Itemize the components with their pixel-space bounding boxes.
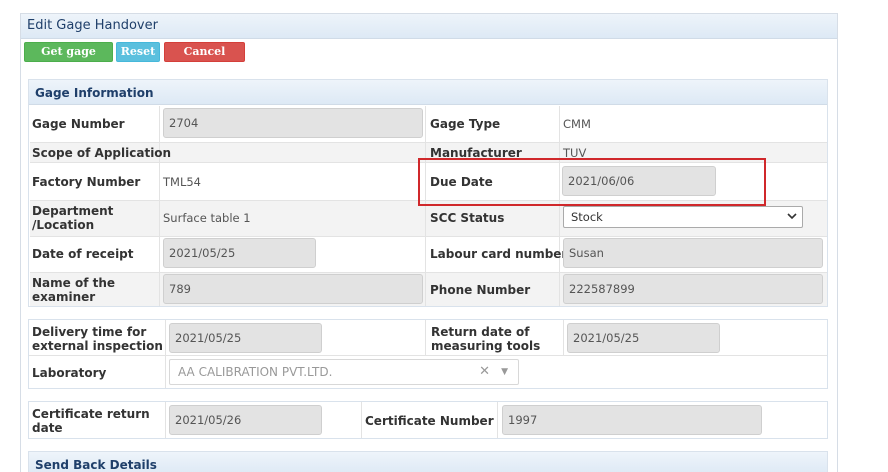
divider (563, 320, 564, 355)
divider (30, 142, 827, 143)
factory-number-value: TML54 (163, 175, 201, 189)
reset-button[interactable]: Reset (116, 42, 160, 62)
phone-number-label: Phone Number (430, 283, 531, 297)
divider (497, 402, 498, 438)
delivery-time-label-line1: Delivery time for (32, 325, 147, 339)
certificate-return-label-line1: Certificate return (32, 407, 150, 421)
date-of-receipt-label: Date of receipt (32, 247, 134, 261)
table-row (30, 106, 827, 142)
date-of-receipt-field[interactable]: 2021/05/25 (163, 238, 316, 268)
scc-status-label: SCC Status (430, 211, 505, 225)
gage-number-label: Gage Number (32, 117, 125, 131)
divider (559, 106, 560, 306)
return-date-label-line1: Return date of (431, 325, 530, 339)
caret-down-icon[interactable]: ▼ (501, 360, 508, 384)
divider (425, 320, 426, 355)
divider (29, 355, 827, 356)
department-value: Surface table 1 (163, 211, 251, 225)
scope-of-application-label: Scope of Application (32, 146, 172, 160)
phone-number-field[interactable]: 222587899 (563, 274, 823, 304)
due-date-highlight (418, 158, 766, 206)
laboratory-label: Laboratory (32, 366, 107, 380)
department-label-line2: /Location (32, 218, 95, 232)
certificate-number-label: Certificate Number (365, 414, 494, 428)
return-date-field[interactable]: 2021/05/25 (567, 323, 720, 353)
scc-status-select[interactable]: Stock (563, 206, 803, 228)
certificate-number-field[interactable]: 1997 (502, 405, 762, 435)
divider (165, 402, 166, 438)
return-date-label-line2: measuring tools (431, 339, 541, 353)
certificate-return-label-line2: date (32, 421, 63, 435)
examiner-label-line2: examiner (32, 290, 96, 304)
divider (30, 236, 827, 237)
laboratory-selected: AA CALIBRATION PVT.LTD. (178, 365, 333, 379)
divider (425, 106, 426, 306)
cancel-study-button[interactable]: Cancel Study (164, 42, 245, 76)
gage-number-field[interactable]: 2704 (163, 108, 423, 138)
divider (159, 106, 160, 306)
delivery-time-field[interactable]: 2021/05/25 (169, 323, 322, 353)
clear-icon[interactable]: ✕ (479, 360, 490, 384)
certificate-return-date-field[interactable]: 2021/05/26 (169, 405, 322, 435)
scc-status-selected: Stock (571, 210, 603, 224)
laboratory-combobox[interactable]: AA CALIBRATION PVT.LTD. ✕ ▼ (169, 359, 519, 385)
get-gage-back-button[interactable]: Get gage back (24, 42, 113, 76)
delivery-time-label-line2: external inspection (32, 339, 163, 353)
panel-title: Edit Gage Handover (27, 18, 158, 33)
examiner-label-line1: Name of the (32, 276, 116, 290)
divider (30, 272, 827, 273)
gage-type-value: CMM (563, 117, 591, 131)
send-back-details-title: Send Back Details (35, 458, 157, 472)
examiner-field[interactable]: 789 (163, 274, 423, 304)
labour-card-number-field[interactable]: Susan (563, 238, 823, 268)
gage-information-title: Gage Information (35, 86, 154, 100)
department-label-line1: Department (32, 204, 114, 218)
labour-card-number-label: Labour card number (430, 247, 568, 261)
factory-number-label: Factory Number (32, 175, 141, 189)
divider (361, 402, 362, 438)
divider (165, 320, 166, 388)
chevron-down-icon (787, 213, 797, 220)
gage-type-label: Gage Type (430, 117, 501, 131)
